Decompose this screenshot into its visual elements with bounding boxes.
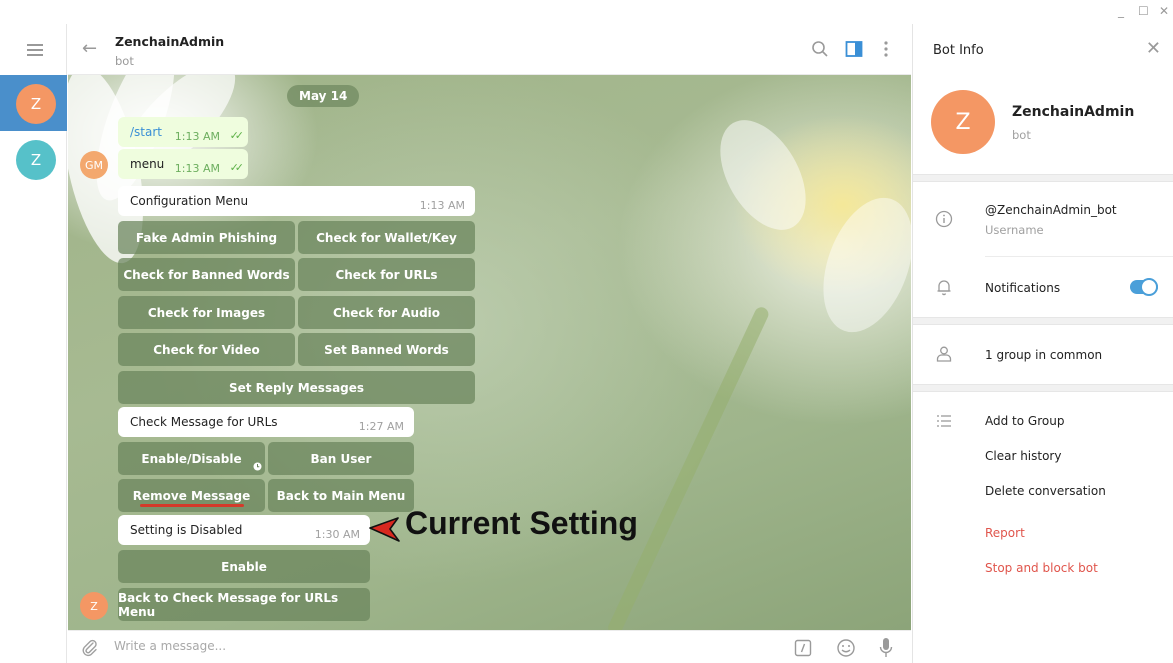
avatar: Z xyxy=(16,84,56,124)
close-icon[interactable]: ✕ xyxy=(1146,38,1161,59)
chat-subtitle: bot xyxy=(115,54,134,68)
row-divider xyxy=(985,256,1173,257)
add-to-group-link[interactable]: Add to Group xyxy=(985,414,1064,428)
chat-list-sidebar: Z Z xyxy=(0,24,67,663)
notifications-label: Notifications xyxy=(985,281,1061,295)
message-bubble[interactable]: Check Message for URLs 1:27 AM xyxy=(118,407,414,437)
keyboard-button[interactable]: Fake Admin Phishing xyxy=(118,221,295,254)
section-divider xyxy=(913,174,1173,182)
message-time: 1:30 AM xyxy=(314,528,360,541)
delete-conversation-link[interactable]: Delete conversation xyxy=(985,484,1106,498)
bot-info-panel: Bot Info ✕ Z ZenchainAdmin bot @Zenchain… xyxy=(912,24,1173,663)
back-arrow-icon[interactable]: ← xyxy=(82,38,97,59)
keyboard-button[interactable]: Enable/Disable xyxy=(118,442,265,475)
hamburger-menu-icon[interactable] xyxy=(27,44,43,56)
username-label: Username xyxy=(985,223,1044,237)
message-text: Setting is Disabled xyxy=(130,523,243,537)
message-time: 1:13 AM xyxy=(419,199,465,212)
message-text: Configuration Menu xyxy=(130,194,249,208)
message-bubble[interactable]: Configuration Menu 1:13 AM xyxy=(118,186,475,216)
message-input[interactable] xyxy=(114,639,714,653)
report-link[interactable]: Report xyxy=(985,526,1025,540)
keyboard-button[interactable]: Check for Images xyxy=(118,296,295,329)
sidebar-toggle-icon[interactable] xyxy=(845,40,863,58)
chat-header: ← ZenchainAdmin bot xyxy=(68,24,911,75)
keyboard-button[interactable]: Check for URLs xyxy=(298,258,475,291)
message-text: menu xyxy=(130,157,165,171)
keyboard-button[interactable]: Back to Check Message for URLs Menu xyxy=(118,588,370,621)
window-titlebar: _ ☐ ✕ xyxy=(0,0,1173,24)
keyboard-button[interactable]: Remove Message xyxy=(118,479,265,512)
keyboard-button[interactable]: Check for Video xyxy=(118,333,295,366)
maximize-icon[interactable]: ☐ xyxy=(1138,4,1149,18)
bot-name: ZenchainAdmin xyxy=(1012,104,1135,120)
annotation-label: Current Setting xyxy=(405,505,638,541)
search-icon[interactable] xyxy=(811,40,829,58)
avatar[interactable]: Z xyxy=(931,90,995,154)
stop-and-block-bot-link[interactable]: Stop and block bot xyxy=(985,561,1098,575)
read-check-icon: ✓✓ xyxy=(229,161,245,174)
keyboard-button[interactable]: Ban User xyxy=(268,442,414,475)
keyboard-button[interactable]: Enable xyxy=(118,550,370,583)
annotation-arrow-icon xyxy=(369,517,400,542)
keyboard-button[interactable]: Check for Audio xyxy=(298,296,475,329)
more-options-icon[interactable] xyxy=(883,40,889,58)
highlight-underline xyxy=(140,504,244,507)
chat-list-item[interactable]: Z xyxy=(0,75,67,131)
section-divider xyxy=(913,317,1173,325)
keyboard-button[interactable]: Check for Wallet/Key xyxy=(298,221,475,254)
emoji-icon[interactable] xyxy=(836,638,856,658)
bell-icon xyxy=(937,280,951,296)
user-icon xyxy=(936,346,952,362)
keyboard-button[interactable]: Check for Banned Words xyxy=(118,258,295,291)
message-text[interactable]: /start xyxy=(130,125,162,139)
message-time: 1:27 AM xyxy=(358,420,404,433)
message-time: 1:13 AM xyxy=(174,130,220,143)
message-bubble[interactable]: /start 1:13 AM ✓✓ xyxy=(118,117,248,147)
close-window-icon[interactable]: ✕ xyxy=(1159,4,1169,18)
avatar[interactable]: GM xyxy=(80,151,108,179)
date-divider: May 14 xyxy=(287,85,360,107)
groups-in-common[interactable]: 1 group in common xyxy=(985,348,1102,362)
chat-list-item[interactable]: Z xyxy=(0,131,67,187)
list-icon xyxy=(937,415,951,427)
section-divider xyxy=(913,384,1173,392)
message-bubble[interactable]: Setting is Disabled 1:30 AM xyxy=(118,515,370,545)
message-time: 1:13 AM xyxy=(174,162,220,175)
clear-history-link[interactable]: Clear history xyxy=(985,449,1061,463)
message-composer xyxy=(68,630,911,663)
chat-messages-area: May 14 /start 1:13 AM ✓✓ GM menu 1:13 AM… xyxy=(68,75,911,630)
keyboard-button[interactable]: Back to Main Menu xyxy=(268,479,414,512)
keyboard-button[interactable]: Set Banned Words xyxy=(298,333,475,366)
read-check-icon: ✓✓ xyxy=(229,129,245,142)
attach-icon[interactable] xyxy=(81,639,99,657)
bot-username[interactable]: @ZenchainAdmin_bot xyxy=(985,203,1117,217)
bot-subtitle: bot xyxy=(1012,128,1031,142)
info-icon xyxy=(935,210,953,228)
notifications-toggle[interactable] xyxy=(1130,278,1158,296)
clock-icon xyxy=(253,462,262,471)
microphone-icon[interactable] xyxy=(879,637,893,659)
panel-title: Bot Info xyxy=(933,43,984,58)
chat-title[interactable]: ZenchainAdmin xyxy=(115,34,224,49)
bot-command-icon[interactable] xyxy=(794,639,812,657)
minimize-icon[interactable]: _ xyxy=(1118,4,1124,18)
avatar: Z xyxy=(16,140,56,180)
keyboard-button[interactable]: Set Reply Messages xyxy=(118,371,475,404)
message-bubble[interactable]: menu 1:13 AM ✓✓ xyxy=(118,149,248,179)
message-text: Check Message for URLs xyxy=(130,415,278,429)
avatar[interactable]: Z xyxy=(80,592,108,620)
